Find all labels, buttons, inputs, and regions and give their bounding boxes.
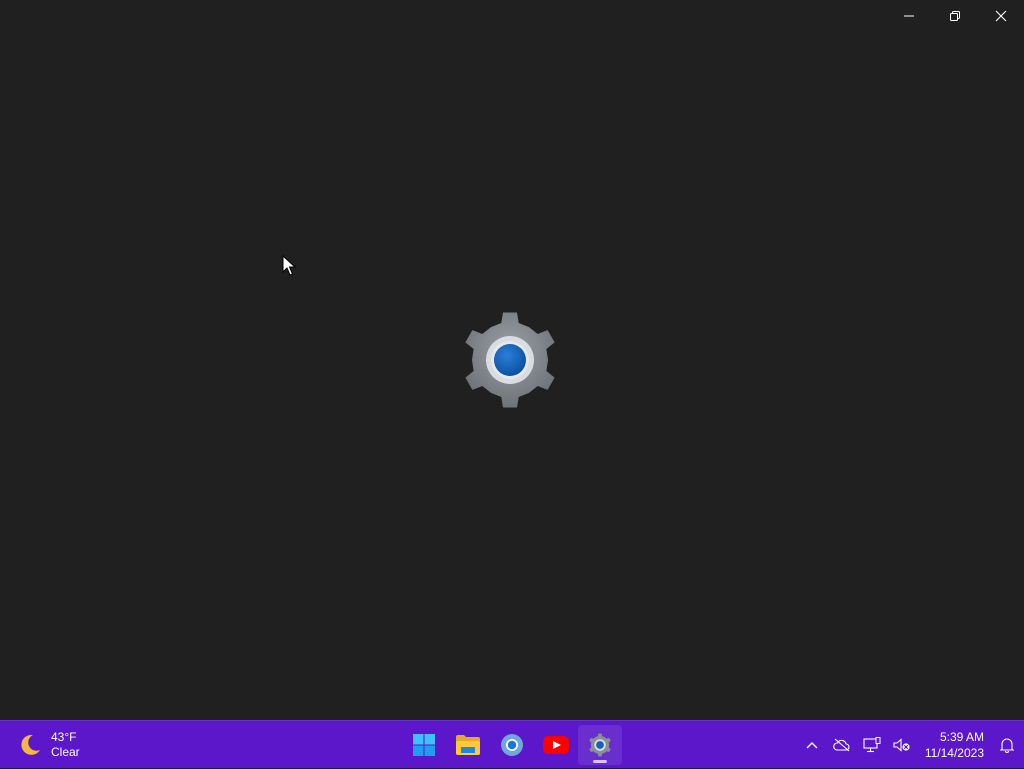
bell-icon	[999, 738, 1015, 753]
close-icon	[995, 10, 1007, 22]
start-button[interactable]	[402, 725, 446, 765]
settings-gear-icon	[465, 312, 555, 408]
minimize-icon	[904, 15, 914, 17]
system-tray: 5:39 AM 11/14/2023	[797, 721, 1024, 769]
taskbar-apps	[402, 725, 622, 765]
volume-muted-icon	[893, 738, 910, 752]
settings-app-button[interactable]	[578, 725, 622, 765]
youtube-button[interactable]	[534, 725, 578, 765]
close-button[interactable]	[978, 0, 1024, 32]
network-button[interactable]	[857, 725, 887, 765]
file-explorer-button[interactable]	[446, 725, 490, 765]
restore-icon	[950, 11, 960, 21]
chrome-button[interactable]	[490, 725, 534, 765]
network-icon	[863, 737, 881, 753]
show-hidden-icons-button[interactable]	[797, 725, 827, 765]
mouse-cursor-icon	[282, 255, 296, 276]
youtube-icon	[543, 736, 569, 754]
volume-button[interactable]	[887, 725, 917, 765]
clock[interactable]: 5:39 AM 11/14/2023	[917, 729, 990, 761]
active-app-indicator	[593, 760, 607, 763]
clock-date: 11/14/2023	[924, 746, 984, 760]
settings-window	[0, 0, 1024, 720]
windows-start-icon	[413, 734, 435, 756]
cloud-offline-icon	[833, 738, 850, 752]
taskbar: 43°F Clear 5:39 AM 11/14/2023	[0, 720, 1024, 768]
notifications-button[interactable]	[990, 725, 1024, 765]
weather-temperature: 43°F	[51, 730, 77, 744]
clock-time: 5:39 AM	[939, 730, 984, 744]
chevron-up-icon	[806, 742, 818, 749]
folder-icon	[456, 735, 480, 755]
weather-condition: Clear	[51, 745, 80, 759]
onedrive-button[interactable]	[827, 725, 857, 765]
weather-widget[interactable]: 43°F Clear	[16, 727, 80, 763]
splash-logo	[460, 311, 560, 411]
caption-buttons	[886, 0, 1024, 32]
restore-button[interactable]	[932, 0, 978, 32]
moon-icon	[21, 734, 40, 755]
minimize-button[interactable]	[886, 0, 932, 32]
settings-gear-icon	[589, 733, 611, 757]
chrome-icon	[501, 734, 523, 756]
